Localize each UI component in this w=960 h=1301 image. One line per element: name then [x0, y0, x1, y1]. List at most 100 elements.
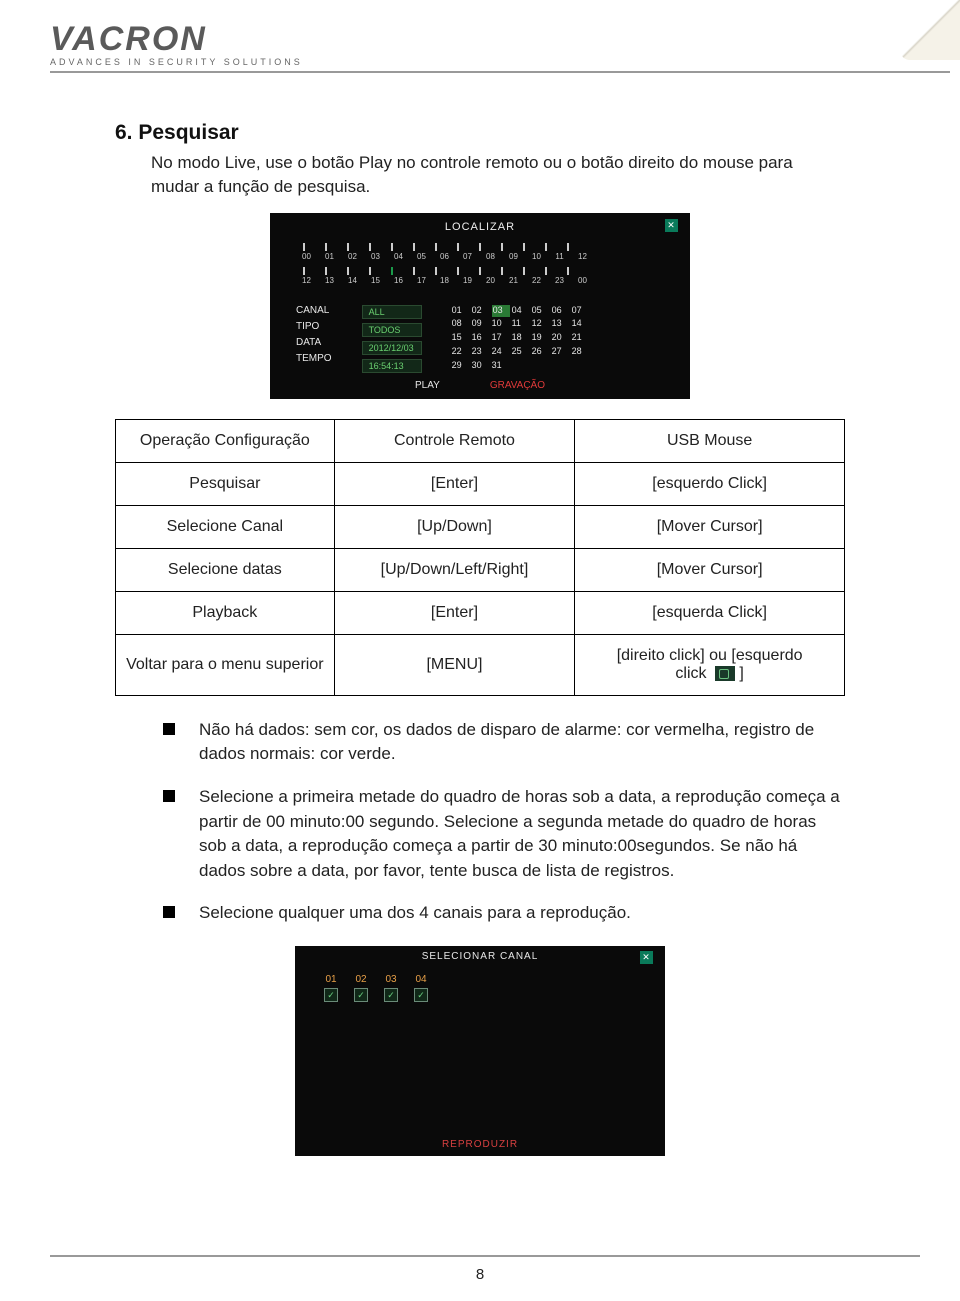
ss1-bottom-row: PLAY GRAVAÇÃO	[278, 380, 682, 391]
checkbox-icon: ✓	[324, 988, 338, 1002]
timeline-label: 10	[528, 252, 545, 261]
calendar-day: 23	[472, 346, 490, 359]
ss1-timeline: 00010203040506070809101112 1213141516171…	[278, 239, 682, 297]
th-mouse: USB Mouse	[575, 419, 845, 462]
timeline-label: 03	[367, 252, 384, 261]
channel-number: 02	[355, 974, 366, 985]
calendar-day: 11	[512, 318, 530, 331]
ss1-record-label: GRAVAÇÃO	[490, 380, 545, 391]
calendar-day: 24	[492, 346, 510, 359]
cell-mouse: [esquerdo Click]	[575, 462, 845, 505]
calendar-day: 22	[452, 346, 470, 359]
timeline-label: 00	[574, 276, 591, 285]
timeline-tick	[303, 243, 305, 251]
param-value: 2012/12/03	[362, 341, 422, 355]
timeline-tick	[391, 267, 393, 275]
timeline-tick	[567, 243, 569, 251]
timeline-tick	[457, 243, 459, 251]
timeline-label: 22	[528, 276, 545, 285]
calendar-day: 20	[552, 332, 570, 345]
timeline-tick	[501, 243, 503, 251]
header-rule	[50, 71, 950, 73]
section-heading: 6. Pesquisar	[115, 121, 845, 145]
th-operation: Operação Configuração	[116, 419, 335, 462]
channel-item: 04✓	[411, 974, 431, 1002]
timeline-tick	[435, 243, 437, 251]
ss2-channels: 01✓02✓03✓04✓	[303, 974, 657, 1002]
calendar-day: 30	[472, 360, 490, 373]
calendar-day: 04	[512, 305, 530, 318]
timeline-label: 14	[344, 276, 361, 285]
timeline-tick	[479, 267, 481, 275]
timeline-tick	[391, 243, 393, 251]
timeline-tick	[545, 243, 547, 251]
calendar-day: 18	[512, 332, 530, 345]
cell-op: Selecione Canal	[116, 505, 335, 548]
list-item: Selecione qualquer uma dos 4 canais para…	[163, 901, 845, 926]
channel-item: 02✓	[351, 974, 371, 1002]
calendar-day: 27	[552, 346, 570, 359]
section-intro: No modo Live, use o botão Play no contro…	[115, 151, 845, 199]
timeline-label: 00	[298, 252, 315, 261]
timeline-label: 06	[436, 252, 453, 261]
table-row: Voltar para o menu superior [MENU] [dire…	[116, 634, 845, 695]
ss2-title-text: SELECIONAR CANAL	[422, 951, 539, 962]
cell-op: Pesquisar	[116, 462, 335, 505]
param-label: DATA	[296, 337, 332, 348]
ss1-title-text: LOCALIZAR	[445, 221, 515, 233]
timeline-label: 15	[367, 276, 384, 285]
timeline-tick	[523, 243, 525, 251]
checkbox-icon: ✓	[384, 988, 398, 1002]
cell-remote: [Up/Down/Left/Right]	[334, 548, 575, 591]
param-label: TEMPO	[296, 353, 332, 364]
calendar-day: 19	[532, 332, 550, 345]
table-header-row: Operação Configuração Controle Remoto US…	[116, 419, 845, 462]
calendar-day: 06	[552, 305, 570, 318]
ss1-play-label: PLAY	[415, 380, 440, 391]
timeline-label: 13	[321, 276, 338, 285]
calendar-day: 28	[572, 346, 590, 359]
timeline-tick	[479, 243, 481, 251]
table-row: Selecione datas [Up/Down/Left/Right] [Mo…	[116, 548, 845, 591]
table-row: Playback [Enter] [esquerda Click]	[116, 591, 845, 634]
timeline-label: 12	[298, 276, 315, 285]
calendar-day: 13	[552, 318, 570, 331]
timeline-tick	[369, 243, 371, 251]
calendar-day: 07	[572, 305, 590, 318]
timeline-tick	[413, 243, 415, 251]
cell-op: Voltar para o menu superior	[116, 634, 335, 695]
cell-remote: [Up/Down]	[334, 505, 575, 548]
calendar-day: 14	[572, 318, 590, 331]
timeline-label: 16	[390, 276, 407, 285]
list-item: Não há dados: sem cor, os dados de dispa…	[163, 718, 845, 767]
screenshot-selecionar-canal: SELECIONAR CANAL ✕ 01✓02✓03✓04✓ REPRODUZ…	[295, 946, 665, 1156]
channel-number: 03	[385, 974, 396, 985]
table-row: Selecione Canal [Up/Down] [Mover Cursor]	[116, 505, 845, 548]
timeline-label: 12	[574, 252, 591, 261]
calendar-day: 02	[472, 305, 490, 318]
timeline-label: 20	[482, 276, 499, 285]
icon-in-cell	[715, 666, 735, 681]
timeline-label: 19	[459, 276, 476, 285]
timeline-tick	[303, 267, 305, 275]
calendar-day: 01	[452, 305, 470, 318]
timeline-label: 23	[551, 276, 568, 285]
table-row: Pesquisar [Enter] [esquerdo Click]	[116, 462, 845, 505]
calendar-day: 15	[452, 332, 470, 345]
screenshot-localizar: LOCALIZAR ✕ 00010203040506070809101112 1…	[270, 213, 690, 399]
timeline-label: 04	[390, 252, 407, 261]
cell-mouse: [direito click] ou [esquerdo click ]	[575, 634, 845, 695]
brand-logo: VACRON	[50, 20, 207, 59]
calendar-day: 05	[532, 305, 550, 318]
cell-mouse: [Mover Cursor]	[575, 505, 845, 548]
footer-rule	[50, 1255, 920, 1257]
param-value: TODOS	[362, 323, 422, 337]
ss2-titlebar: SELECIONAR CANAL ✕	[303, 951, 657, 974]
timeline-label: 01	[321, 252, 338, 261]
param-label: TIPO	[296, 321, 332, 332]
timeline-tick	[545, 267, 547, 275]
close-icon: ✕	[640, 951, 653, 964]
timeline-tick	[369, 267, 371, 275]
calendar-day: 09	[472, 318, 490, 331]
calendar-day: 29	[452, 360, 470, 373]
